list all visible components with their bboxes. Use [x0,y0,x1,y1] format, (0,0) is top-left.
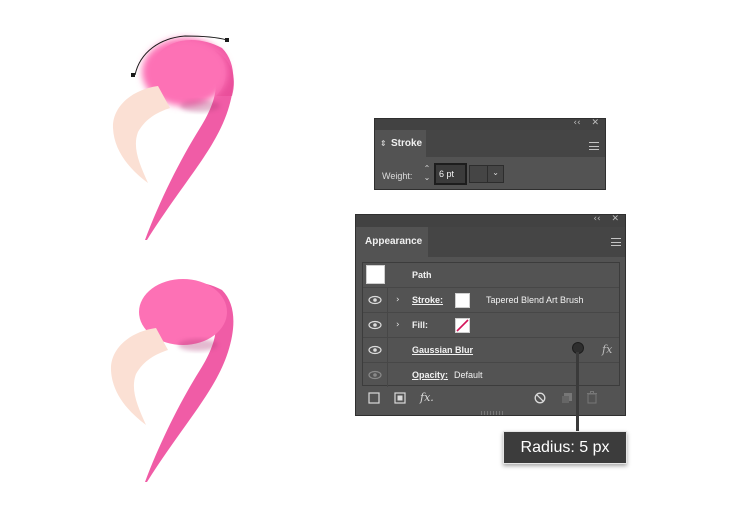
gaussian-blur-label[interactable]: Gaussian Blur [412,338,473,362]
resize-grip[interactable] [481,411,503,415]
chevron-right-icon[interactable]: › [396,288,400,312]
path-thumbnail [366,265,385,284]
list-item-fill[interactable]: › Fill: [363,313,619,338]
fill-none-swatch[interactable] [455,318,470,333]
double-chevron-left-icon[interactable]: ‹‹ [593,214,600,224]
tab-appearance[interactable]: Appearance [356,227,428,257]
flamingo-bottom [110,279,234,482]
stroke-label[interactable]: Stroke: [412,288,443,312]
path-label: Path [412,270,432,280]
chevron-down-icon[interactable]: ⌄ [492,168,499,177]
chevron-right-icon[interactable]: › [396,313,400,337]
appearance-list: Path › Stroke: Tapered Blend Art Brush ›… [362,262,620,388]
trash-icon[interactable] [586,391,598,404]
chevron-up-icon[interactable]: ⌃ [422,164,432,173]
weight-input[interactable]: 6 pt [434,163,467,185]
tab-stroke[interactable]: ⇕ Stroke [375,130,426,157]
appearance-footer: fx. [356,387,625,409]
double-chevron-left-icon[interactable]: ‹‹ [573,118,580,128]
list-item-stroke[interactable]: › Stroke: Tapered Blend Art Brush [363,288,619,313]
list-item-path[interactable]: Path [363,263,619,288]
opacity-label[interactable]: Opacity: [412,363,448,387]
chevron-down-icon[interactable]: ⌄ [422,173,432,182]
stroke-value: Tapered Blend Art Brush [486,295,584,305]
tab-stroke-label: Stroke [391,138,423,149]
hamburger-icon[interactable] [611,238,621,246]
new-stroke-icon[interactable] [368,392,380,404]
hamburger-icon[interactable] [589,142,599,150]
fx-icon[interactable]: fx. [420,390,434,406]
eye-icon[interactable] [363,338,388,362]
radius-tooltip: Radius: 5 px [503,431,627,464]
fx-icon[interactable]: fx [602,338,612,362]
eye-icon[interactable] [363,313,388,337]
stroke-swatch[interactable] [455,293,470,308]
duplicate-icon[interactable] [561,392,573,404]
eye-icon[interactable] [363,363,388,387]
list-item-opacity[interactable]: Opacity: Default [363,363,619,388]
stroke-tab-strip [426,130,605,157]
appearance-panel: ‹‹ ✕ Appearance Path › Stroke: Tapered B… [355,214,626,416]
stroke-panel-titlebar[interactable]: ‹‹ ✕ [375,118,605,130]
eye-icon[interactable] [363,288,388,312]
flamingo-top [112,35,234,240]
close-icon[interactable]: ✕ [591,118,599,128]
clear-icon[interactable] [534,392,546,404]
tab-toggle-icon[interactable]: ⇕ [380,130,387,157]
tooltip-pointer [576,352,579,432]
appearance-tab-strip [428,227,625,257]
appearance-panel-titlebar[interactable]: ‹‹ ✕ [356,214,625,227]
artwork-canvas [110,35,234,482]
weight-stepper[interactable]: ⌃ ⌄ [422,164,432,184]
weight-dropdown[interactable]: ⌄ [469,165,504,183]
opacity-value: Default [454,370,483,380]
fill-label: Fill: [412,320,428,330]
stroke-panel: ‹‹ ✕ ⇕ Stroke Weight: ⌃ ⌄ 6 pt ⌄ [374,118,606,190]
close-icon[interactable]: ✕ [611,214,619,224]
weight-label: Weight: [382,171,413,181]
new-fill-icon[interactable] [394,392,406,404]
